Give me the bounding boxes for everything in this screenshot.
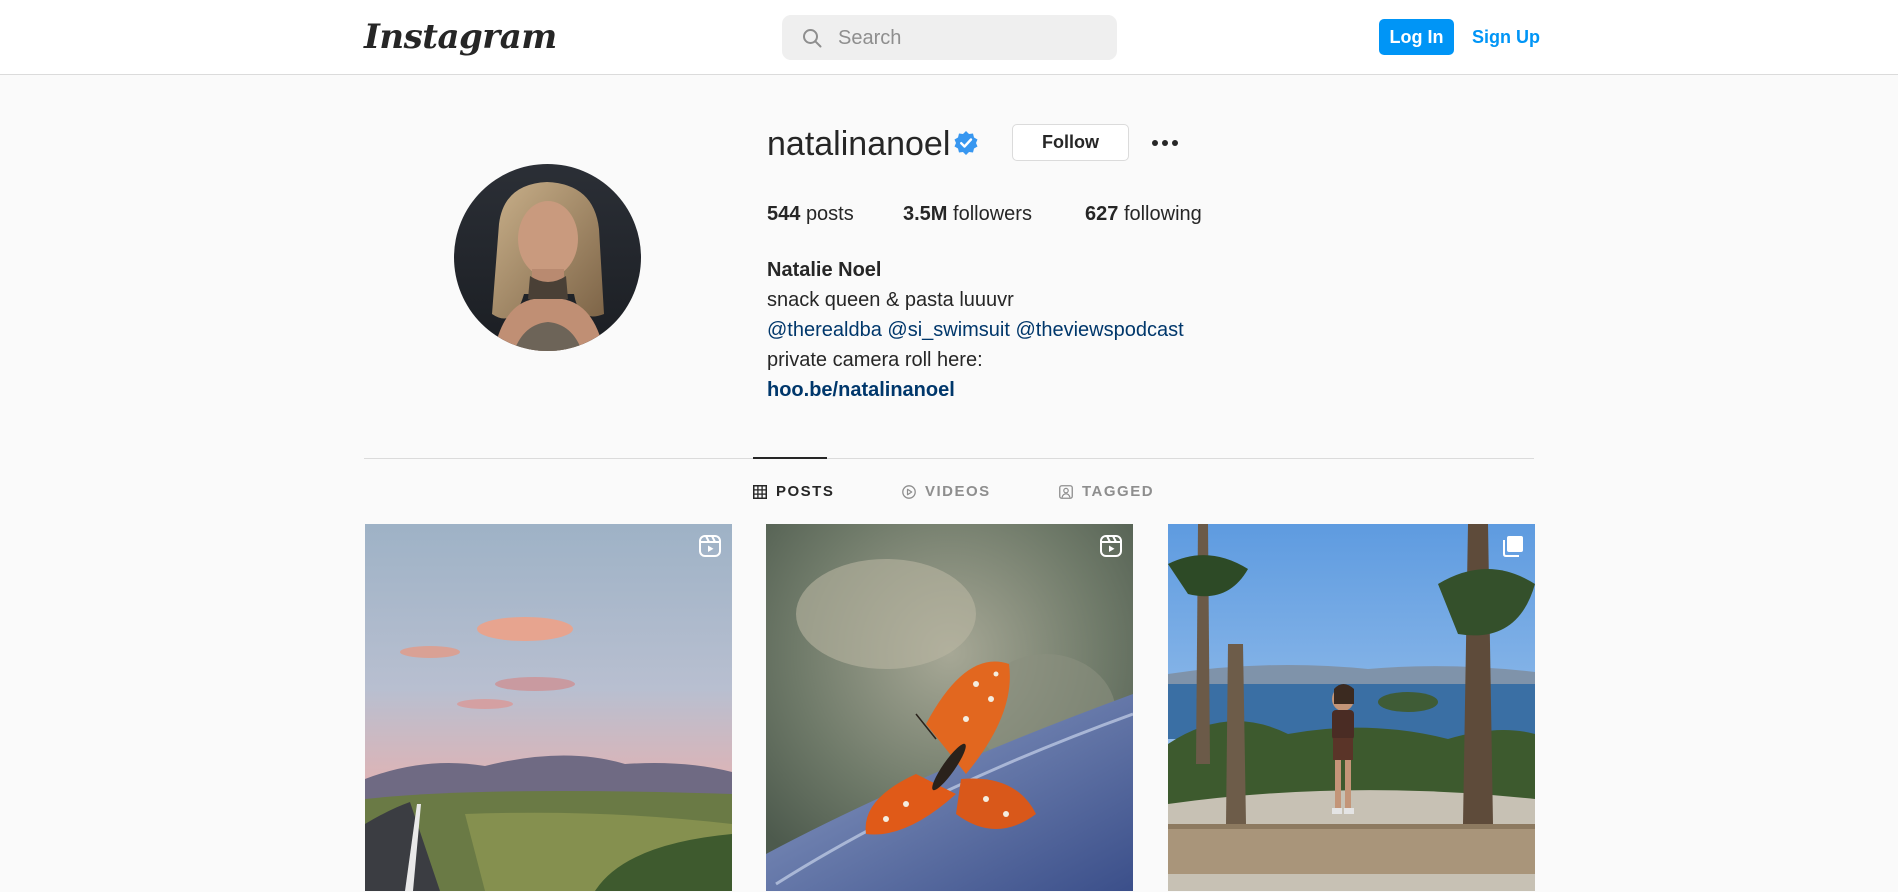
bio-line: private camera roll here: xyxy=(767,349,983,371)
post-thumbnail[interactable] xyxy=(1168,524,1535,891)
followers-count-stat[interactable]: 3.5M followers xyxy=(903,200,1032,228)
tab-label: TAGGED xyxy=(1082,483,1155,500)
tabs-divider xyxy=(364,458,1534,459)
tab-label: POSTS xyxy=(776,483,835,500)
more-dots-icon xyxy=(1152,140,1178,146)
search-icon xyxy=(803,29,822,48)
search-input[interactable] xyxy=(836,15,1110,62)
sunset-road-photo xyxy=(365,524,732,891)
search-box[interactable] xyxy=(782,15,1117,62)
post-thumbnail[interactable] xyxy=(766,524,1133,891)
active-tab-indicator xyxy=(753,457,827,459)
following-count-stat[interactable]: 627 following xyxy=(1085,200,1202,228)
mention-link[interactable]: @si_swimsuit xyxy=(887,319,1010,341)
followers-count: 3.5M xyxy=(903,203,948,225)
posts-label: posts xyxy=(805,203,854,225)
top-navigation-bar: Instagram Log In Sign Up xyxy=(0,0,1898,75)
bio-line: snack queen & pasta luuuvr xyxy=(767,289,1014,311)
bio-mentions: @therealdba @si_swimsuit @theviewspodcas… xyxy=(767,315,1184,345)
following-count: 627 xyxy=(1085,203,1119,225)
orange-butterfly-photo xyxy=(766,524,1133,891)
tagged-user-icon xyxy=(1059,485,1073,499)
mention-link[interactable]: @therealdba xyxy=(767,319,882,341)
lake-hike-photo xyxy=(1168,524,1535,891)
reel-icon xyxy=(1100,535,1122,557)
posts-count-stat: 544 posts xyxy=(767,200,854,228)
posts-count: 544 xyxy=(767,203,801,225)
bio-external-link[interactable]: hoo.be/natalinanoel xyxy=(767,375,1184,405)
verified-badge-icon xyxy=(954,131,978,155)
sign-up-link[interactable]: Sign Up xyxy=(1472,19,1540,55)
instagram-logo[interactable]: Instagram xyxy=(364,14,557,60)
log-in-button[interactable]: Log In xyxy=(1379,19,1454,55)
followers-label: followers xyxy=(953,203,1032,225)
avatar-image xyxy=(454,164,641,351)
play-circle-icon xyxy=(902,485,916,499)
reel-icon xyxy=(699,535,721,557)
mention-link[interactable]: @theviewspodcast xyxy=(1016,319,1184,341)
post-thumbnail[interactable] xyxy=(365,524,732,891)
multi-photo-icon xyxy=(1503,536,1523,557)
tab-label: VIDEOS xyxy=(925,483,991,500)
follow-button[interactable]: Follow xyxy=(1012,124,1129,161)
profile-bio: Natalie Noel snack queen & pasta luuuvr … xyxy=(767,255,1184,405)
following-label: following xyxy=(1123,203,1202,225)
profile-full-name: Natalie Noel xyxy=(767,259,882,281)
more-options-button[interactable] xyxy=(1148,126,1182,160)
grid-icon xyxy=(753,485,767,499)
profile-username: natalinanoel xyxy=(767,125,951,163)
profile-avatar[interactable] xyxy=(454,164,641,351)
